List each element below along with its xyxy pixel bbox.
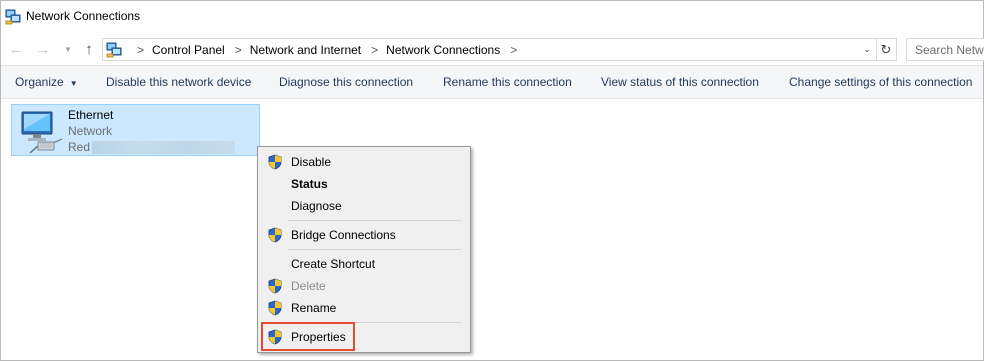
breadcrumb-control-panel[interactable]: Control Panel [152,43,225,57]
connections-list: Ethernet Network Red [1,100,983,360]
connection-status: Red [68,140,91,154]
menu-item-delete[interactable]: Delete [260,275,468,297]
uac-shield-icon [267,278,283,294]
forward-arrow-icon[interactable]: → [34,40,52,58]
redacted-network-name [92,141,235,154]
ethernet-connection-item[interactable]: Ethernet Network Red [11,104,260,156]
uac-shield-icon [267,300,283,316]
rename-connection-button[interactable]: Rename this connection [443,75,572,89]
search-input[interactable] [907,39,984,60]
command-bar: Organize ▼ Disable this network device Di… [1,65,983,99]
menu-item-label: Delete [291,279,326,293]
breadcrumb-network-and-internet[interactable]: Network and Internet [250,43,361,57]
refresh-icon[interactable]: ↻ [876,39,895,60]
diagnose-connection-button[interactable]: Diagnose this connection [279,75,413,89]
change-settings-button[interactable]: Change settings of this connection [789,75,972,89]
search-box[interactable] [906,38,984,61]
menu-item-label: Status [291,177,328,191]
menu-item-diagnose[interactable]: Diagnose [260,195,468,217]
menu-separator [288,249,461,250]
breadcrumb: > Control Panel > Network and Internet >… [127,43,525,57]
organize-label: Organize [15,75,64,89]
menu-item-label: Rename [291,301,337,315]
organize-button[interactable]: Organize ▼ [15,75,78,89]
connection-type: Network [68,124,113,138]
menu-item-disable[interactable]: Disable [260,151,468,173]
back-arrow-icon[interactable]: ← [7,40,25,58]
network-connections-icon [5,9,21,25]
menu-item-label: Disable [291,155,332,169]
view-status-button[interactable]: View status of this connection [601,75,759,89]
address-bar[interactable]: > Control Panel > Network and Internet >… [102,38,897,61]
window-title: Network Connections [26,9,141,23]
menu-item-bridge-connections[interactable]: Bridge Connections [260,224,468,246]
properties-highlight-box [261,322,355,351]
network-connections-icon [106,42,122,58]
menu-item-rename[interactable]: Rename [260,297,468,319]
breadcrumb-separator[interactable]: > [371,43,378,57]
menu-item-create-shortcut[interactable]: Create Shortcut [260,253,468,275]
breadcrumb-separator[interactable]: > [510,43,517,57]
chevron-down-icon[interactable]: ⌄ [860,42,874,57]
caret-down-icon: ▼ [69,79,78,88]
title-bar: Network Connections [1,1,983,32]
menu-item-label: Bridge Connections [291,228,396,242]
menu-separator [288,220,461,221]
breadcrumb-separator[interactable]: > [235,43,242,57]
uac-shield-icon [267,227,283,243]
chevron-down-icon[interactable]: ▼ [59,40,77,58]
network-connections-window: Network Connections ← → ▼ ↑ > Control Pa… [0,0,984,361]
up-arrow-icon[interactable]: ↑ [80,40,98,58]
menu-item-label: Diagnose [291,199,342,213]
menu-item-status[interactable]: Status [260,173,468,195]
connection-name: Ethernet [68,108,114,122]
navigation-bar: ← → ▼ ↑ > Control Panel > Network and In… [1,34,984,64]
breadcrumb-separator[interactable]: > [137,43,144,57]
uac-shield-icon [267,154,283,170]
breadcrumb-network-connections[interactable]: Network Connections [386,43,500,57]
menu-item-label: Create Shortcut [291,257,376,271]
disable-device-button[interactable]: Disable this network device [106,75,251,89]
ethernet-adapter-icon [18,109,64,154]
